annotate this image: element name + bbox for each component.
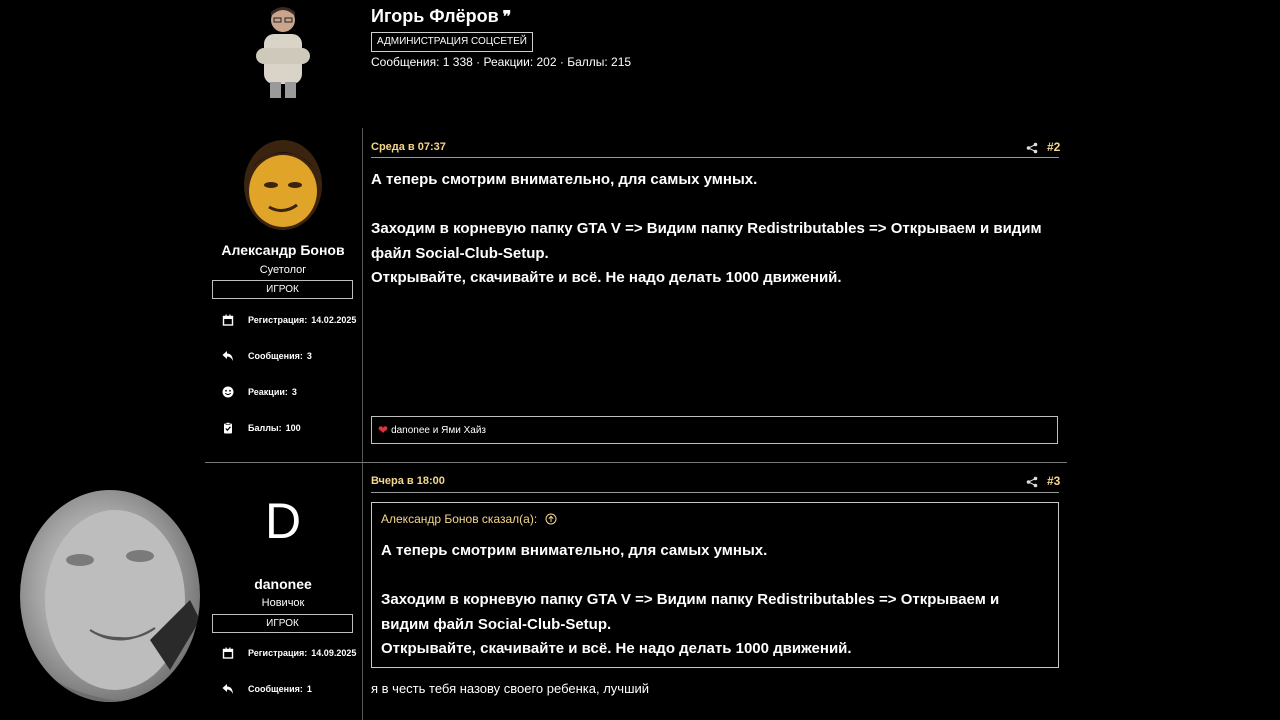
post-2-line-1: А теперь смотрим внимательно, для самых … [371,171,758,188]
post-2-number[interactable]: #2 [1047,140,1060,154]
quote-header[interactable]: Александр Бонов сказал(а): [381,512,557,528]
stat-label: Баллы: [248,423,282,433]
reply-icon [222,350,234,362]
post-3-date[interactable]: Вчера в 18:00 [371,475,445,487]
post-separator [205,462,1067,463]
post-3-author-avatar[interactable]: D [263,492,303,550]
quote-line-1: А теперь смотрим внимательно, для самых … [381,542,768,559]
post-2-line-3: Заходим в корневую папку GTA V => Видим … [371,220,1042,262]
stat-label: Сообщения: [248,351,303,361]
post-2-line-4: Открывайте, скачивайте и всё. Не надо де… [371,269,842,286]
post-2-stat-reactions: Реакции: 3 [222,386,297,398]
quote-line-3: Заходим в корневую папку GTA V => Видим … [381,591,1000,633]
post-3-stat-messages: Сообщения: 1 [222,683,312,695]
reactions-users[interactable]: danonee и Ями Хайз [391,425,486,436]
arrow-up-circle-icon[interactable] [545,513,557,528]
stat-value: 3 [306,351,312,361]
post-3-header-divider [371,492,1059,493]
post-2-author-avatar[interactable] [243,139,323,231]
stat-label: Реакции: [248,387,288,397]
stat-value: 100 [285,423,301,433]
post-3-author-role: ИГРОК [212,614,353,633]
reply-icon [222,683,234,695]
top-author-badge: АДМИНИСТРАЦИЯ СОЦСЕТЕЙ [371,32,533,52]
post-2-stat-registration: Регистрация: 14.02.2025 [222,314,356,326]
post-2-date[interactable]: Среда в 07:37 [371,141,446,153]
quote-author[interactable]: Александр Бонов сказал(а): [381,512,537,526]
stat-value: 1 [306,684,312,694]
share-icon[interactable] [1026,141,1038,154]
quote-line-2 [381,564,1041,589]
stat-label: Регистрация: [248,315,308,325]
post-3-reply: я в честь тебя назову своего ребенка, лу… [371,681,650,696]
post-2-reactions-bar[interactable]: ❤ danonee и Ями Хайз [371,416,1058,444]
stat-label: Сообщения: [248,684,303,694]
calendar-icon [222,647,234,659]
post-2-author-title: Суетолог [259,264,307,276]
post-3-number[interactable]: #3 [1047,474,1060,488]
share-icon[interactable] [1026,475,1038,488]
quote-line-4: Открывайте, скачивайте и всё. Не надо де… [381,640,852,657]
post-2-line-2 [371,193,1061,218]
post-3-author-name[interactable]: danonee [208,576,358,592]
stat-label: Регистрация: [248,648,308,658]
stat-value: 3 [291,387,297,397]
post-2-author-name[interactable]: Александр Бонов [208,242,358,258]
quote-mark-icon: ❞ [502,9,512,26]
top-author-name-text[interactable]: Игорь Флёров [371,6,499,26]
quote-body: А теперь смотрим внимательно, для самых … [381,539,1041,662]
webcam-overlay [20,490,200,702]
clipboard-icon [222,422,234,434]
top-author-name[interactable]: Игорь Флёров ❞ [371,6,511,27]
column-divider [362,128,363,720]
top-author-stats: Сообщения: 1 338 · Реакции: 202 · Баллы:… [371,55,632,69]
post-3-quote: Александр Бонов сказал(а): А теперь смот… [371,502,1059,668]
post-3-author-title: Новичок [261,597,305,609]
stat-value: 14.09.2025 [311,648,357,658]
smile-icon [222,386,234,398]
heart-icon: ❤ [378,423,389,437]
post-2-stat-points: Баллы: 100 [222,422,301,434]
post-2-body: А теперь смотрим внимательно, для самых … [371,168,1061,291]
calendar-icon [222,314,234,326]
post-3-stat-registration: Регистрация: 14.09.2025 [222,647,356,659]
post-2-stat-messages: Сообщения: 3 [222,350,312,362]
top-author-avatar[interactable] [250,4,316,100]
post-2-author-role: ИГРОК [212,280,353,299]
stat-value: 14.02.2025 [311,315,357,325]
post-2-header-divider [371,157,1059,158]
